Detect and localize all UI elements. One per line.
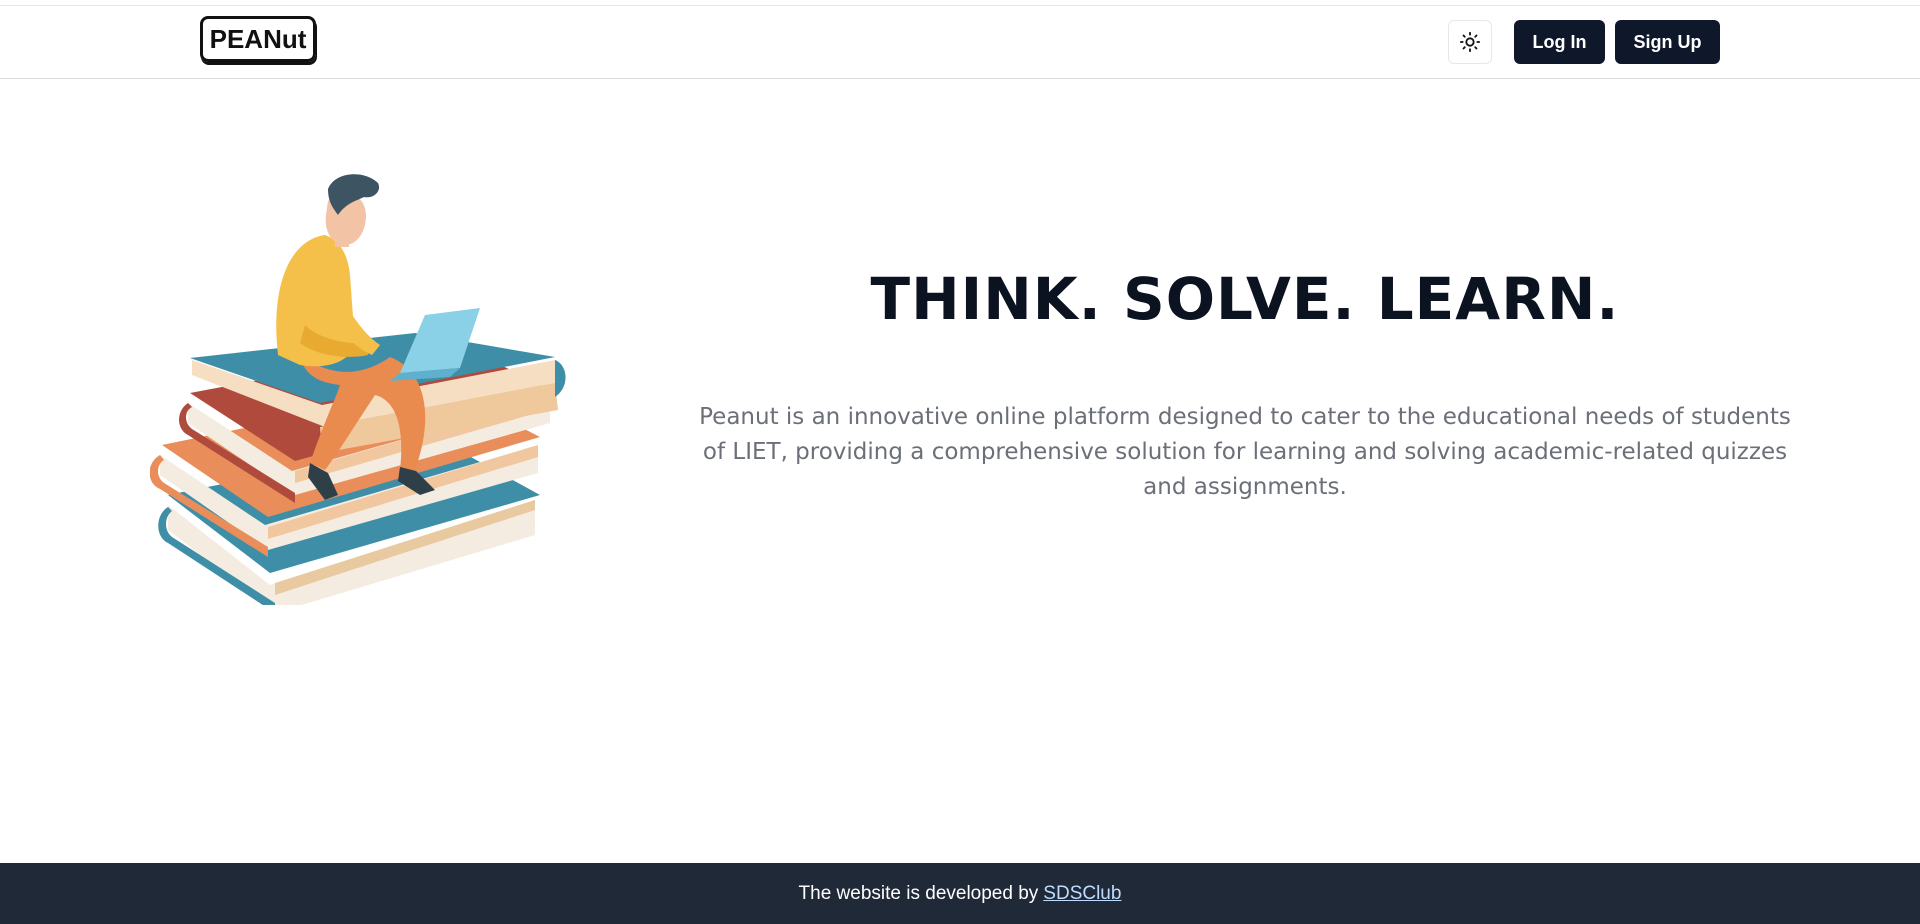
hero-title: THINK. SOLVE. LEARN. xyxy=(870,265,1620,333)
signup-button[interactable]: Sign Up xyxy=(1615,20,1720,64)
hero-description: Peanut is an innovative online platform … xyxy=(699,404,1791,500)
page: PEANut Log In Sign Up THINK. SOLVE. LEAR… xyxy=(0,0,1920,924)
sun-icon xyxy=(1459,31,1481,53)
navbar: PEANut Log In Sign Up xyxy=(0,6,1920,79)
footer: The website is developed by SDSClub xyxy=(0,863,1920,924)
logo[interactable]: PEANut xyxy=(200,16,316,62)
sdsclub-link[interactable]: SDSClub xyxy=(1043,883,1121,905)
login-button[interactable]: Log In xyxy=(1514,20,1605,64)
student-on-books-illustration xyxy=(150,174,566,605)
theme-toggle-button[interactable] xyxy=(1448,20,1492,64)
footer-text: The website is developed by xyxy=(798,882,1039,904)
